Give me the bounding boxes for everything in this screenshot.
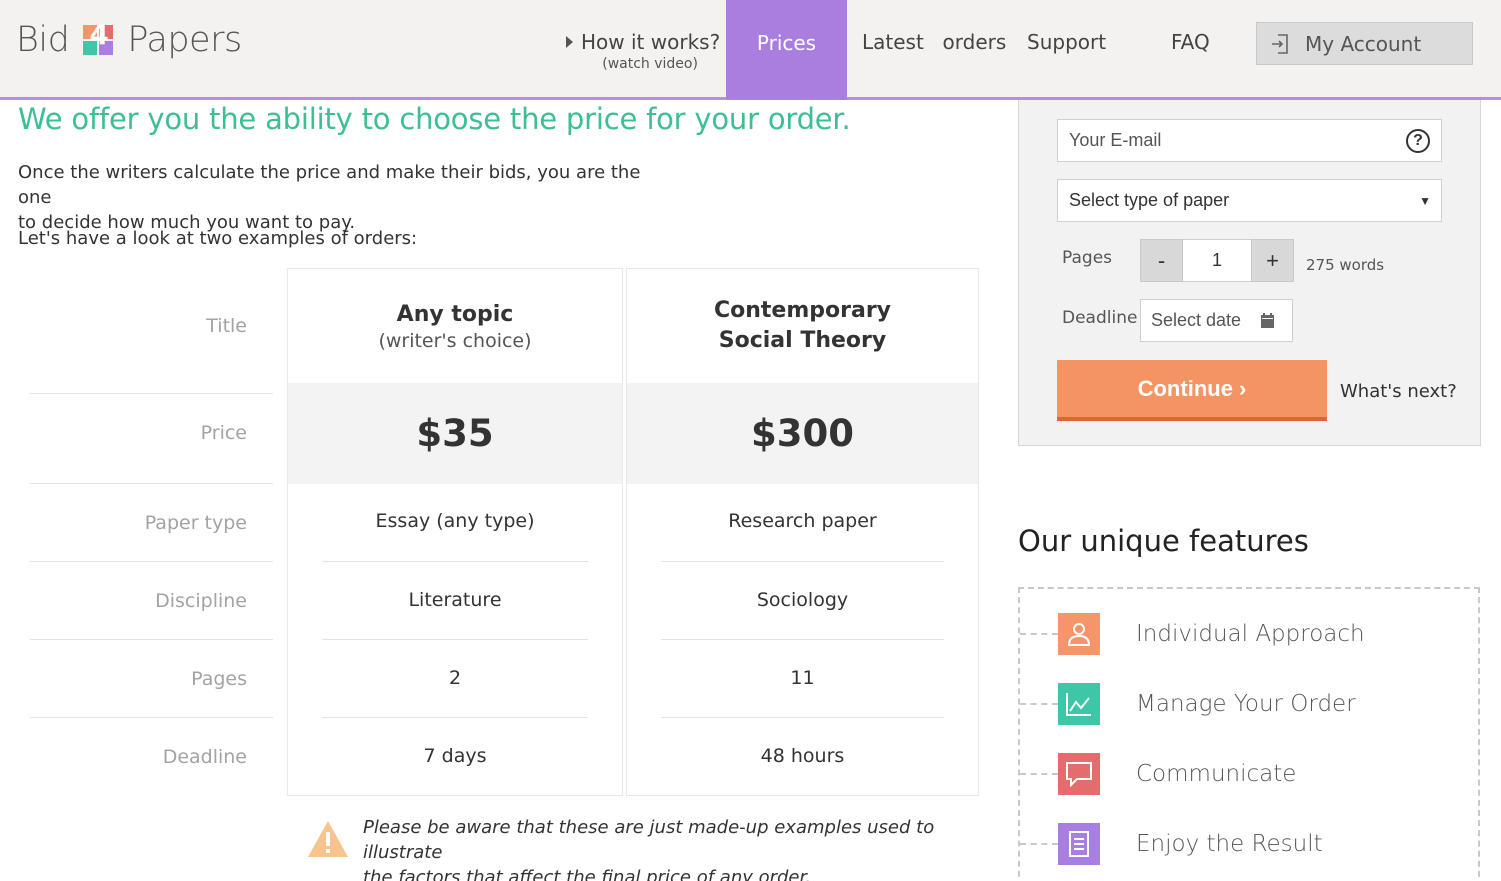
row-divider	[30, 639, 273, 640]
logo-mark-icon: 4	[83, 21, 114, 55]
disclaimer-line-2: the factors that affect the final price …	[363, 867, 811, 881]
chart-icon	[1058, 683, 1100, 725]
feature-item: Manage Your Order	[1020, 683, 1356, 725]
pages-input[interactable]: 1	[1183, 239, 1251, 282]
help-icon[interactable]: ?	[1406, 129, 1430, 153]
cell-divider	[322, 561, 588, 562]
feature-item: Communicate	[1020, 753, 1296, 795]
row-label-deadline: Deadline	[162, 746, 247, 768]
pages-stepper: - 1 +	[1140, 239, 1294, 282]
examples-disclaimer: Please be aware that these are just made…	[306, 815, 976, 881]
my-account-button[interactable]: My Account	[1256, 22, 1473, 65]
example-deadline: 7 days	[423, 745, 487, 767]
logo-mark-digit: 4	[89, 18, 109, 51]
row-divider	[30, 717, 273, 718]
logo-text-papers: Papers	[127, 20, 242, 60]
cell-divider	[322, 717, 588, 718]
pages-increment-button[interactable]: +	[1251, 239, 1294, 282]
row-divider	[30, 561, 273, 562]
continue-button[interactable]: Continue ›	[1057, 360, 1327, 421]
nav-faq[interactable]: FAQ	[1171, 30, 1210, 54]
intro-paragraph: Once the writers calculate the price and…	[18, 160, 678, 235]
email-placeholder: Your E-mail	[1069, 130, 1162, 150]
example-title-cell: Contemporary Social Theory	[627, 269, 978, 383]
nav-watch-video: (watch video)	[602, 56, 698, 72]
warning-icon	[306, 819, 350, 859]
feature-label: Enjoy the Result	[1136, 831, 1323, 857]
nav-how-it-works[interactable]: How it works? (watch video)	[566, 30, 720, 72]
my-account-label: My Account	[1305, 31, 1422, 56]
login-icon	[1271, 33, 1289, 54]
example-discipline: Sociology	[756, 589, 849, 611]
features-list: Individual Approach Manage Your Order Co…	[1018, 587, 1480, 881]
disclaimer-line-1: Please be aware that these are just made…	[363, 817, 935, 863]
row-divider	[30, 393, 273, 394]
example-title-sub: (writer's choice)	[378, 330, 532, 352]
date-placeholder: Select date	[1151, 310, 1242, 330]
example-paper-type: Research paper	[728, 510, 877, 532]
pages-decrement-button[interactable]: -	[1140, 239, 1183, 282]
example-discipline: Literature	[408, 589, 502, 611]
cell-divider	[661, 561, 944, 562]
logo[interactable]: Bid 4 Papers	[16, 20, 242, 60]
cell-divider	[322, 639, 588, 640]
order-form: Your E-mail ? Select type of paper ▼ Pag…	[1018, 100, 1481, 446]
example-price: $35	[288, 383, 622, 484]
nav-prices[interactable]: Prices	[726, 0, 847, 100]
example-pages: 2	[448, 667, 462, 689]
row-label-discipline: Discipline	[155, 590, 247, 612]
chevron-down-icon: ▼	[1419, 194, 1431, 208]
examples-intro: Let's have a look at two examples of ord…	[18, 228, 418, 249]
paper-type-select[interactable]: Select type of paper ▼	[1057, 179, 1442, 222]
paper-type-select-value: Select type of paper	[1069, 190, 1230, 210]
feature-label: Manage Your Order	[1136, 691, 1356, 717]
whats-next-link[interactable]: What's next?	[1340, 381, 1457, 402]
pages-label: Pages	[1062, 248, 1113, 268]
nav-how-it-works-label: How it works?	[581, 30, 721, 54]
row-label-title: Title	[206, 315, 247, 337]
row-label-price: Price	[200, 422, 247, 444]
row-label-paper-type: Paper type	[144, 512, 247, 534]
example-price: $300	[627, 383, 978, 484]
row-divider	[30, 483, 273, 484]
cell-divider	[661, 717, 944, 718]
site-header: Bid 4 Papers How it works? (watch video)…	[0, 0, 1501, 100]
nav-latest-orders[interactable]: Latest orders	[862, 30, 1006, 54]
feature-item: Individual Approach	[1020, 613, 1365, 655]
deadline-label: Deadline	[1062, 308, 1138, 328]
example-pages: 11	[790, 667, 815, 689]
example-title: Any topic	[396, 302, 514, 327]
example-deadline: 48 hours	[760, 745, 845, 767]
email-field[interactable]: Your E-mail ?	[1057, 119, 1442, 162]
user-icon	[1058, 613, 1100, 655]
chat-icon	[1058, 753, 1100, 795]
feature-item: Enjoy the Result	[1020, 823, 1323, 865]
deadline-date-picker[interactable]: Select date	[1140, 299, 1293, 342]
calendar-icon	[1261, 312, 1274, 333]
page-headline: We offer you the ability to choose the p…	[18, 102, 851, 136]
document-icon	[1058, 823, 1100, 865]
example-order-2: Contemporary Social Theory $300 Research…	[626, 268, 979, 796]
features-title: Our unique features	[1018, 524, 1309, 558]
play-triangle-icon	[566, 36, 573, 48]
feature-label: Communicate	[1136, 761, 1297, 787]
feature-label: Individual Approach	[1136, 621, 1365, 647]
example-paper-type: Essay (any type)	[375, 510, 535, 532]
example-order-1: Any topic (writer's choice) $35 Essay (a…	[287, 268, 623, 796]
cell-divider	[661, 639, 944, 640]
row-label-pages: Pages	[191, 668, 247, 690]
example-title-sub: Social Theory	[718, 328, 887, 353]
word-count: 275 words	[1306, 256, 1385, 274]
nav-support[interactable]: Support	[1027, 30, 1106, 54]
intro-line-1: Once the writers calculate the price and…	[18, 162, 641, 208]
example-title-cell: Any topic (writer's choice)	[288, 269, 622, 383]
example-title: Contemporary	[713, 298, 892, 323]
logo-text-bid: Bid	[16, 20, 70, 60]
nav-prices-label: Prices	[756, 31, 817, 55]
